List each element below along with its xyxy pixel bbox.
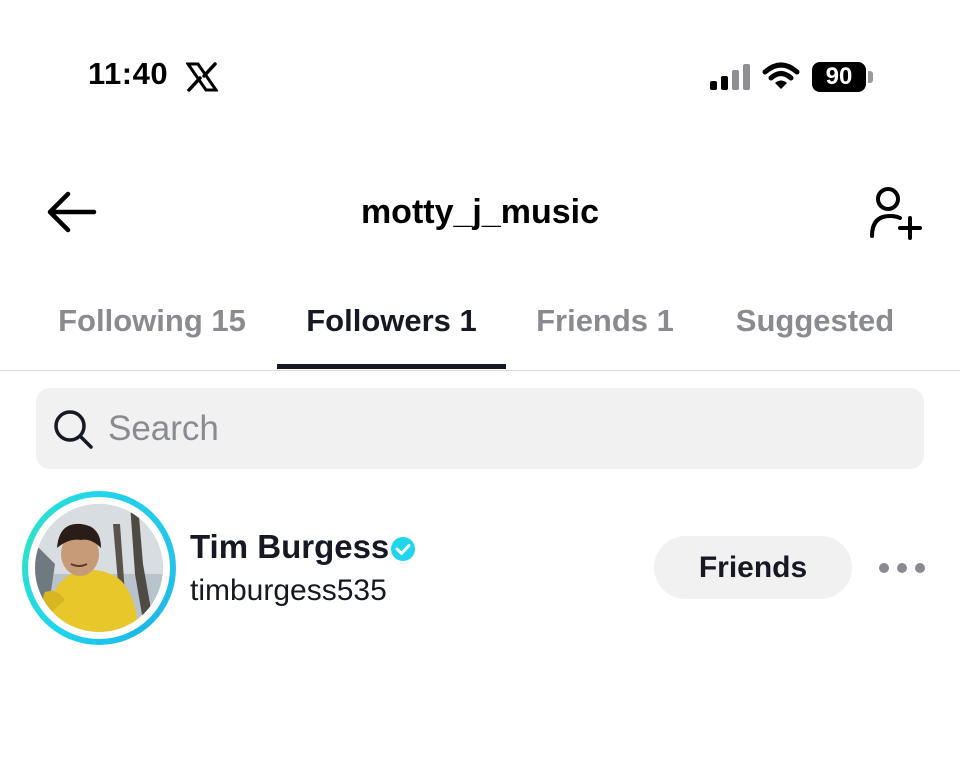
username[interactable]: timburgess535	[190, 574, 387, 608]
header: motty_j_music	[0, 160, 960, 260]
search-bar[interactable]	[36, 388, 924, 469]
page-title: motty_j_music	[360, 193, 600, 231]
search-icon	[54, 410, 93, 449]
cellular-signal-icon	[710, 64, 750, 90]
battery-icon: 90	[812, 62, 874, 92]
person-add-icon[interactable]	[866, 184, 926, 240]
tab-friends[interactable]: Friends 1	[520, 290, 690, 369]
status-bar: 11:40 90	[0, 0, 960, 150]
x-logo-icon	[186, 62, 218, 92]
back-arrow-icon[interactable]	[44, 190, 100, 234]
verified-badge-icon	[391, 537, 415, 561]
list-item[interactable]: Tim Burgess timburgess535 Friends	[0, 488, 960, 648]
display-name[interactable]: Tim Burgess	[190, 528, 389, 566]
avatar[interactable]	[22, 491, 176, 645]
tab-following[interactable]: Following 15	[36, 290, 268, 369]
status-time: 11:40	[88, 56, 169, 91]
friends-button[interactable]: Friends	[654, 536, 852, 599]
tab-suggested[interactable]: Suggested	[712, 290, 918, 369]
active-tab-indicator	[277, 364, 506, 369]
battery-level: 90	[825, 63, 853, 90]
more-options-icon[interactable]	[876, 554, 928, 582]
tab-bar: Following 15 Followers 1 Friends 1 Sugge…	[0, 290, 960, 371]
search-input[interactable]	[108, 388, 898, 469]
avatar-image	[35, 504, 163, 632]
battery-cap	[868, 71, 873, 83]
tab-followers[interactable]: Followers 1	[277, 290, 506, 369]
wifi-icon	[762, 62, 800, 89]
